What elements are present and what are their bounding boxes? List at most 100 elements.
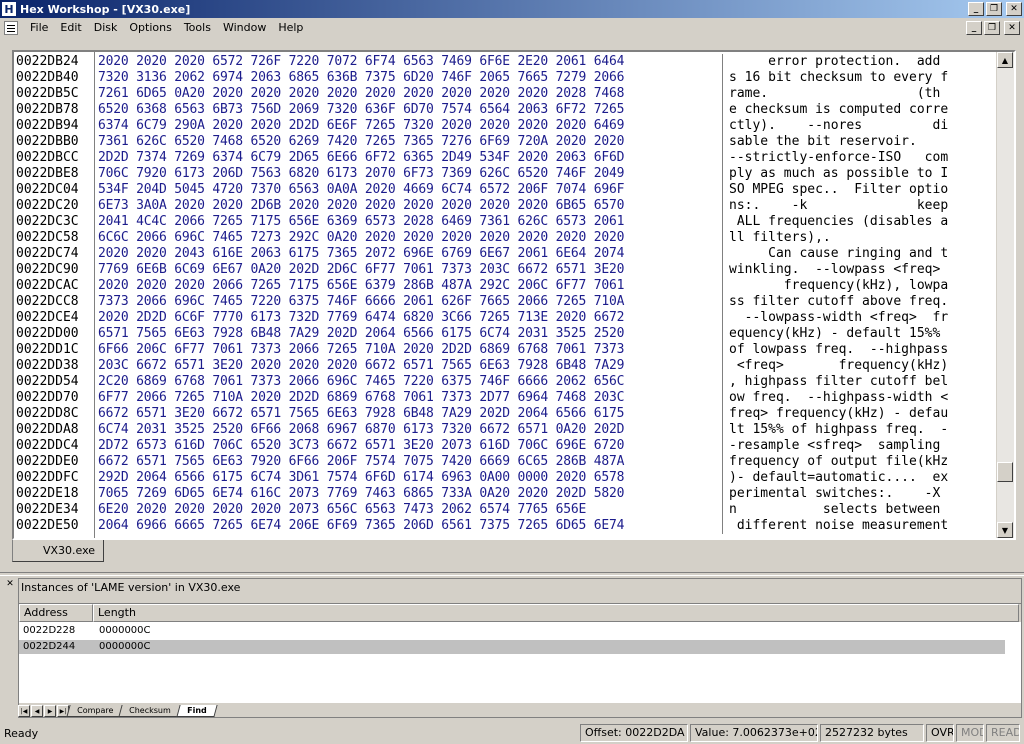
menu-edit[interactable]: Edit <box>54 18 87 38</box>
hex-row[interactable]: 0022DCE4 2020 2D2D 6C6F 7770 6173 732D 77… <box>14 310 998 326</box>
hex-ascii[interactable]: )- default=automatic.... ex <box>722 470 982 486</box>
hex-bytes[interactable]: 2D72 6573 616D 706C 6520 3C73 6672 6571 … <box>94 438 722 454</box>
hex-bytes[interactable]: 7320 3136 2062 6974 2063 6865 636B 7375 … <box>94 70 722 86</box>
hex-ascii[interactable]: frequency(kHz), lowpa <box>722 278 982 294</box>
hex-row[interactable]: 0022DE18 7065 7269 6D65 6E74 616C 2073 77… <box>14 486 998 502</box>
hex-bytes[interactable]: 706C 7920 6173 206D 7563 6820 6173 2070 … <box>94 166 722 182</box>
hex-bytes[interactable]: 6F77 2066 7265 710A 2020 2D2D 6869 6768 … <box>94 390 722 406</box>
scroll-up-icon[interactable]: ▲ <box>997 52 1013 68</box>
hex-row[interactable]: 0022DDE0 6672 6571 7565 6E63 7920 6F66 20… <box>14 454 998 470</box>
first-tab-icon[interactable]: |◀ <box>18 705 30 717</box>
scroll-thumb[interactable] <box>997 462 1013 482</box>
hex-ascii[interactable]: --strictly-enforce-ISO com <box>722 150 982 166</box>
menu-disk[interactable]: Disk <box>88 18 124 38</box>
hex-row[interactable]: 0022DB94 6374 6C79 290A 2020 2020 2D2D 6E… <box>14 118 998 134</box>
hex-row[interactable]: 0022DE50 2064 6966 6665 7265 6E74 206E 6F… <box>14 518 998 534</box>
document-tab[interactable]: VX30.exe <box>12 540 104 562</box>
hex-row[interactable]: 0022DC74 2020 2020 2043 616E 2063 6175 73… <box>14 246 998 262</box>
hex-bytes[interactable]: 203C 6672 6571 3E20 2020 2020 2020 6672 … <box>94 358 722 374</box>
hex-ascii[interactable]: sable the bit reservoir. <box>722 134 982 150</box>
minimize-button[interactable]: _ <box>968 2 984 16</box>
hex-row[interactable]: 0022DD8C 6672 6571 3E20 6672 6571 7565 6E… <box>14 406 998 422</box>
hex-ascii[interactable]: ctly). --nores di <box>722 118 982 134</box>
hex-ascii[interactable]: --lowpass-width <freq> fr <box>722 310 982 326</box>
hex-row[interactable]: 0022DB24 2020 2020 2020 6572 726F 7220 70… <box>14 54 998 70</box>
hex-ascii[interactable]: of lowpass freq. --highpass <box>722 342 982 358</box>
hex-bytes[interactable]: 2020 2020 2020 2066 7265 7175 656E 6379 … <box>94 278 722 294</box>
doc-minimize-button[interactable]: _ <box>966 21 982 35</box>
close-button[interactable]: ✕ <box>1006 2 1022 16</box>
hex-rows[interactable]: 0022DB24 2020 2020 2020 6572 726F 7220 70… <box>14 54 998 534</box>
hex-ascii[interactable]: e checksum is computed corre <box>722 102 982 118</box>
hex-row[interactable]: 0022DD1C 6F66 206C 6F77 7061 7373 2066 72… <box>14 342 998 358</box>
hex-row[interactable]: 0022DC58 6C6C 2066 696C 7465 7273 292C 0A… <box>14 230 998 246</box>
column-header-address[interactable]: Address <box>19 604 93 622</box>
hex-ascii[interactable]: ll filters),. <box>722 230 982 246</box>
doc-restore-button[interactable]: ❐ <box>984 21 1000 35</box>
hex-bytes[interactable]: 2041 4C4C 2066 7265 7175 656E 6369 6573 … <box>94 214 722 230</box>
menu-window[interactable]: Window <box>217 18 272 38</box>
result-row[interactable]: 0022D228 0000000C <box>19 624 1005 638</box>
result-row-selected[interactable]: 0022D244 0000000C <box>19 640 1005 654</box>
hex-ascii[interactable]: n selects between <box>722 502 982 518</box>
vertical-scrollbar[interactable]: ▲ ▼ <box>996 52 1014 538</box>
hex-row[interactable]: 0022DCC8 7373 2066 696C 7465 7220 6375 74… <box>14 294 998 310</box>
hex-bytes[interactable]: 6571 7565 6E63 7928 6B48 7A29 202D 2064 … <box>94 326 722 342</box>
hex-bytes[interactable]: 7361 626C 6520 7468 6520 6269 7420 7265 … <box>94 134 722 150</box>
hex-ascii[interactable]: ply as much as possible to I <box>722 166 982 182</box>
hex-bytes[interactable]: 2D2D 7374 7269 6374 6C79 2D65 6E66 6F72 … <box>94 150 722 166</box>
hex-bytes[interactable]: 2020 2020 2043 616E 2063 6175 7365 2072 … <box>94 246 722 262</box>
hex-ascii[interactable]: frequency of output file(kHz <box>722 454 982 470</box>
hex-row[interactable]: 0022DBB0 7361 626C 6520 7468 6520 6269 74… <box>14 134 998 150</box>
hex-ascii[interactable]: freq> frequency(kHz) - defau <box>722 406 982 422</box>
restore-button[interactable]: ❐ <box>986 2 1002 16</box>
hex-bytes[interactable]: 6374 6C79 290A 2020 2020 2D2D 6E6F 7265 … <box>94 118 722 134</box>
hex-bytes[interactable]: 2C20 6869 6768 7061 7373 2066 696C 7465 … <box>94 374 722 390</box>
hex-bytes[interactable]: 6672 6571 3E20 6672 6571 7565 6E63 7928 … <box>94 406 722 422</box>
next-tab-icon[interactable]: ▶ <box>44 705 56 717</box>
hex-row[interactable]: 0022DCAC 2020 2020 2020 2066 7265 7175 65… <box>14 278 998 294</box>
hex-ascii[interactable]: lt 15%% of highpass freq. - <box>722 422 982 438</box>
hex-bytes[interactable]: 292D 2064 6566 6175 6C74 3D61 7574 6F6D … <box>94 470 722 486</box>
column-header-length[interactable]: Length <box>93 604 1019 622</box>
hex-ascii[interactable]: <freq> frequency(kHz) <box>722 358 982 374</box>
scroll-down-icon[interactable]: ▼ <box>997 522 1013 538</box>
hex-bytes[interactable]: 2064 6966 6665 7265 6E74 206E 6F69 7365 … <box>94 518 722 534</box>
menu-help[interactable]: Help <box>272 18 309 38</box>
hex-ascii[interactable]: SO MPEG spec.. Filter optio <box>722 182 982 198</box>
hex-ascii[interactable]: winkling. --lowpass <freq> <box>722 262 982 278</box>
hex-ascii[interactable]: error protection. add <box>722 54 982 70</box>
hex-bytes[interactable]: 7261 6D65 0A20 2020 2020 2020 2020 2020 … <box>94 86 722 102</box>
hex-bytes[interactable]: 7065 7269 6D65 6E74 616C 2073 7769 7463 … <box>94 486 722 502</box>
hex-ascii[interactable]: , highpass filter cutoff bel <box>722 374 982 390</box>
hex-row[interactable]: 0022DC20 6E73 3A0A 2020 2020 2D6B 2020 20… <box>14 198 998 214</box>
hex-row[interactable]: 0022DD00 6571 7565 6E63 7928 6B48 7A29 20… <box>14 326 998 342</box>
document-icon[interactable] <box>4 21 18 35</box>
prev-tab-icon[interactable]: ◀ <box>31 705 43 717</box>
menu-file[interactable]: File <box>24 18 54 38</box>
hex-bytes[interactable]: 7769 6E6B 6C69 6E67 0A20 202D 2D6C 6F77 … <box>94 262 722 278</box>
hex-row[interactable]: 0022DDC4 2D72 6573 616D 706C 6520 3C73 66… <box>14 438 998 454</box>
menu-tools[interactable]: Tools <box>178 18 217 38</box>
hex-row[interactable]: 0022DE34 6E20 2020 2020 2020 2020 2073 65… <box>14 502 998 518</box>
hex-bytes[interactable]: 6E73 3A0A 2020 2020 2D6B 2020 2020 2020 … <box>94 198 722 214</box>
hex-ascii[interactable]: s 16 bit checksum to every f <box>722 70 982 86</box>
hex-ascii[interactable]: -resample <sfreq> sampling <box>722 438 982 454</box>
hex-row[interactable]: 0022DD54 2C20 6869 6768 7061 7373 2066 69… <box>14 374 998 390</box>
hex-ascii[interactable]: perimental switches:. -X <box>722 486 982 502</box>
hex-row[interactable]: 0022DB5C 7261 6D65 0A20 2020 2020 2020 20… <box>14 86 998 102</box>
tab-compare[interactable]: Compare <box>66 705 124 717</box>
hex-ascii[interactable]: ALL frequencies (disables a <box>722 214 982 230</box>
hex-row[interactable]: 0022DDA8 6C74 2031 3525 2520 6F66 2068 69… <box>14 422 998 438</box>
hex-ascii[interactable]: ss filter cutoff above freq. <box>722 294 982 310</box>
hex-bytes[interactable]: 6C6C 2066 696C 7465 7273 292C 0A20 2020 … <box>94 230 722 246</box>
hex-bytes[interactable]: 2020 2020 2020 6572 726F 7220 7072 6F74 … <box>94 54 722 70</box>
hex-bytes[interactable]: 2020 2D2D 6C6F 7770 6173 732D 7769 6474 … <box>94 310 722 326</box>
hex-editor[interactable]: 0022DB24 2020 2020 2020 6572 726F 7220 70… <box>12 50 1016 540</box>
hex-bytes[interactable]: 6E20 2020 2020 2020 2020 2073 656C 6563 … <box>94 502 722 518</box>
hex-row[interactable]: 0022DB40 7320 3136 2062 6974 2063 6865 63… <box>14 70 998 86</box>
hex-ascii[interactable]: ow freq. --highpass-width < <box>722 390 982 406</box>
hex-row[interactable]: 0022DDFC 292D 2064 6566 6175 6C74 3D61 75… <box>14 470 998 486</box>
panel-splitter[interactable] <box>0 572 1024 576</box>
menu-options[interactable]: Options <box>123 18 177 38</box>
